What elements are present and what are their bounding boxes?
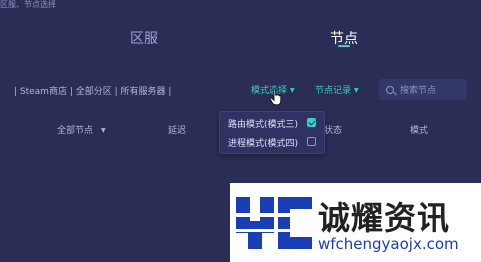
watermark-brand: 诚耀资讯 [318, 199, 451, 237]
all-nodes-label: 全部节点 [57, 126, 94, 136]
column-header-mode[interactable]: 模式 [410, 123, 428, 136]
chevron-down-icon: ▼ [290, 87, 295, 94]
node-record-label: 节点记录 [315, 86, 352, 96]
active-tab-indicator [338, 45, 350, 47]
node-search-input[interactable]: 搜索节点 [379, 79, 467, 100]
checkbox-unchecked-icon[interactable] [307, 137, 316, 146]
checkbox-checked-icon[interactable] [307, 118, 316, 127]
chevron-down-icon: ▼ [101, 127, 106, 134]
tab-region-server[interactable]: 区服 [130, 28, 158, 48]
node-record-dropdown[interactable]: 节点记录 ▼ [315, 83, 359, 96]
all-nodes-filter[interactable]: 全部节点 ▼ [57, 123, 106, 136]
mode-select-menu: 路由模式(模式三) 进程模式(模式四) [219, 111, 325, 154]
column-header-latency[interactable]: 延迟 [168, 123, 186, 136]
search-placeholder: 搜索节点 [400, 86, 437, 96]
watermark-domain: wfchengyaojx.com [318, 235, 459, 253]
menu-option-route-mode[interactable]: 路由模式(模式三) [228, 117, 298, 130]
column-header-status[interactable]: 状态 [324, 123, 342, 136]
menu-option-process-mode[interactable]: 进程模式(模式四) [228, 136, 298, 149]
filter-breadcrumb[interactable]: | Steam商店 | 全部分区 | 所有服务器 | [14, 84, 171, 97]
watermark: 诚耀资讯 wfchengyaojx.com [230, 183, 481, 262]
page-hint: 区服、节点选择 [0, 0, 56, 9]
hand-cursor-icon [269, 88, 282, 106]
search-icon [386, 85, 394, 94]
chevron-down-icon: ▼ [354, 87, 359, 94]
watermark-logo-icon [232, 197, 314, 249]
